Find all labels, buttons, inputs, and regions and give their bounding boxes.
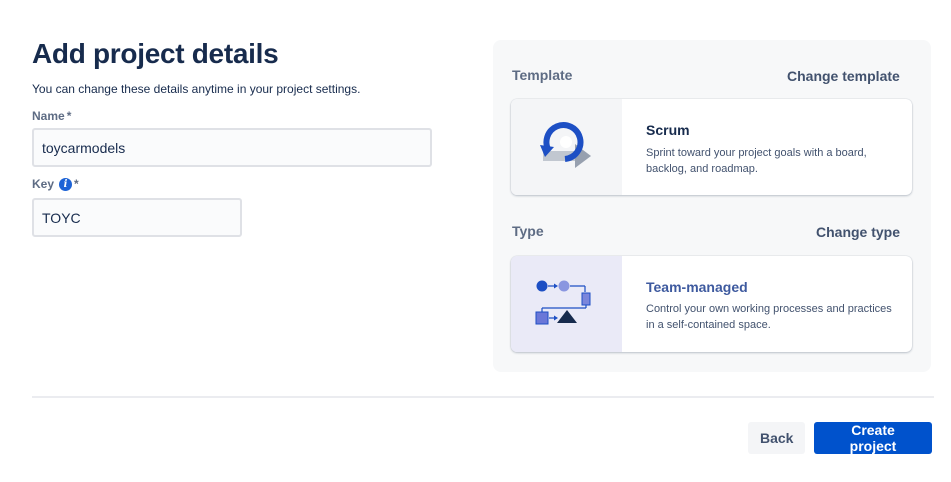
key-input[interactable] [32, 198, 242, 237]
change-type-link[interactable]: Change type [816, 224, 900, 240]
back-button[interactable]: Back [748, 422, 805, 454]
key-label-text: Key [32, 177, 55, 191]
team-managed-flow-icon [535, 280, 590, 325]
type-section-label: Type [512, 223, 544, 239]
type-card-title: Team-managed [646, 279, 748, 295]
template-card-scrum[interactable]: Scrum Sprint toward your project goals w… [511, 99, 912, 195]
page-subtitle: You can change these details anytime in … [32, 82, 361, 96]
type-card-description: Control your own working processes and p… [646, 303, 892, 331]
name-label-text: Name [32, 109, 65, 123]
change-template-link[interactable]: Change template [787, 68, 900, 84]
scrum-cycle-icon [539, 122, 591, 168]
required-marker: * [66, 109, 72, 123]
template-card-title: Scrum [646, 122, 690, 138]
scrum-illustration [511, 99, 622, 195]
template-section-label: Template [512, 67, 573, 83]
key-field-label: Key i * [32, 177, 79, 191]
info-icon[interactable]: i [59, 177, 73, 191]
type-card-team-managed[interactable]: Team-managed Control your own working pr… [511, 256, 912, 352]
create-project-button[interactable]: Create project [814, 422, 932, 454]
name-field-label: Name * [32, 109, 71, 123]
required-marker: * [74, 177, 79, 191]
team-managed-illustration [511, 256, 622, 352]
name-input[interactable] [32, 128, 432, 167]
page-title: Add project details [32, 38, 279, 69]
footer-divider [32, 396, 934, 398]
template-card-description: Sprint toward your project goals with a … [646, 147, 867, 175]
